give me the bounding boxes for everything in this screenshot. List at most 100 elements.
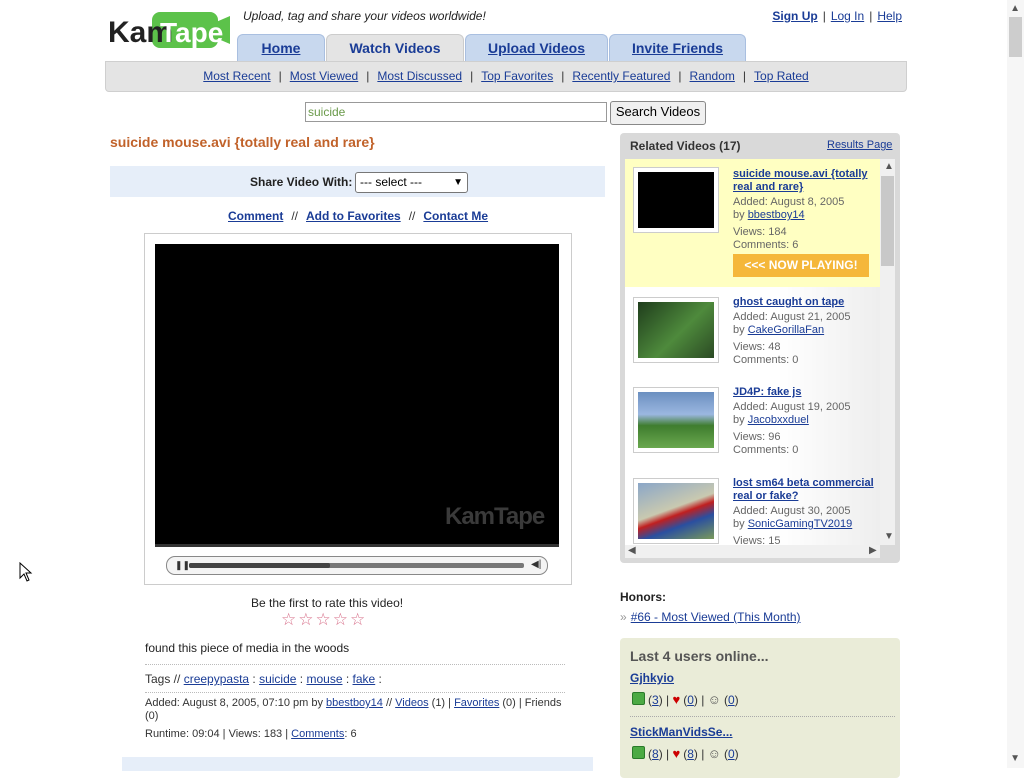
related-video-title[interactable]: JD4P: fake js	[733, 386, 880, 399]
related-video-views: Views: 15	[733, 535, 781, 545]
tag-link[interactable]: fake	[353, 672, 376, 686]
user-favorites-count[interactable]: 0	[687, 693, 694, 707]
related-video-added: Added: August 21, 2005	[733, 311, 851, 323]
tag-link[interactable]: creepypasta	[184, 672, 249, 686]
video-runtime: Runtime: 09:04 | Views: 183 | Comments: …	[145, 728, 357, 740]
thumbnail-image	[638, 392, 714, 448]
related-video-item[interactable]: JD4P: fake js Added: August 19, 2005 by …	[625, 377, 880, 469]
by-label: by	[733, 209, 745, 221]
related-video-user[interactable]: Jacobxxduel	[748, 414, 809, 426]
help-link[interactable]: Help	[877, 9, 902, 23]
related-video-user[interactable]: SonicGamingTV2019	[748, 518, 853, 530]
tag-link[interactable]: suicide	[259, 672, 296, 686]
scroll-right-icon[interactable]: ▶	[869, 545, 877, 556]
results-page-link[interactable]: Results Page	[827, 139, 892, 151]
player-watermark: KamTape	[445, 503, 545, 530]
user-friends-count[interactable]: 0	[728, 747, 735, 761]
uploader-link[interactable]: bbestboy14	[326, 697, 383, 709]
pause-icon[interactable]: ❚❚	[175, 560, 190, 571]
seek-bar-progress	[189, 563, 330, 568]
subnav-recently-featured[interactable]: Recently Featured	[572, 69, 670, 83]
subnav-most-recent[interactable]: Most Recent	[203, 69, 270, 83]
subnav-bar: Most Recent | Most Viewed | Most Discussed | T…	[105, 61, 907, 92]
account-links: Sign Up | Log In | Help	[772, 9, 902, 23]
page-scrollbar-thumb[interactable]	[1009, 17, 1022, 57]
related-video-item[interactable]: ghost caught on tape Added: August 21, 2…	[625, 287, 880, 378]
video-thumbnail[interactable]	[633, 387, 719, 453]
subnav-random[interactable]: Random	[690, 69, 735, 83]
rate-prompt: Be the first to rate this video!	[251, 596, 404, 610]
comments-count: : 6	[344, 728, 357, 740]
related-video-comments: Comments: 0	[733, 354, 799, 366]
comments-bar	[122, 757, 593, 771]
uploader-favorites-link[interactable]: Favorites	[454, 697, 499, 709]
tab-invite-friends[interactable]: Invite Friends	[609, 34, 746, 61]
online-user-stats: (8) | ♥ (8) | ☺ (0)	[632, 746, 739, 761]
related-video-title[interactable]: suicide mouse.avi {totally real and rare…	[733, 168, 880, 194]
honors-heading: Honors:	[620, 590, 666, 604]
subnav-top-favorites[interactable]: Top Favorites	[481, 69, 553, 83]
video-thumbnail[interactable]	[633, 297, 719, 363]
kamtape-logo[interactable]: Kam Tape	[108, 10, 232, 54]
volume-icon[interactable]: ◀|	[531, 559, 541, 570]
scroll-left-icon[interactable]: ◀	[628, 545, 636, 556]
divider	[630, 716, 895, 717]
uploader-videos-link[interactable]: Videos	[395, 697, 428, 709]
related-video-user[interactable]: CakeGorillaFan	[748, 324, 824, 336]
logo-text-tape: Tape	[160, 17, 223, 48]
related-video-views: Views: 184	[733, 226, 787, 238]
thumbnail-image	[638, 172, 714, 228]
online-user-name[interactable]: StickManVidsSe...	[630, 725, 733, 739]
related-scrollbar-thumb[interactable]	[881, 176, 894, 266]
related-video-item[interactable]: lost sm64 beta commercial real or fake? …	[625, 468, 880, 545]
video-title: suicide mouse.avi {totally real and rare…	[110, 134, 375, 150]
user-favorites-count[interactable]: 8	[687, 747, 694, 761]
thumbnail-image	[638, 483, 714, 539]
related-hscrollbar[interactable]	[625, 545, 880, 558]
runtime-views: Runtime: 09:04 | Views: 183 |	[145, 728, 289, 740]
tab-home[interactable]: Home	[237, 34, 325, 61]
tab-watch-videos[interactable]: Watch Videos	[326, 34, 464, 62]
share-select[interactable]: --- select --- ▼	[355, 172, 468, 193]
add-to-favorites-link[interactable]: Add to Favorites	[306, 209, 401, 223]
video-icon	[632, 692, 645, 705]
video-player-screen[interactable]	[155, 244, 559, 546]
comment-link[interactable]: Comment	[228, 209, 283, 223]
contact-me-link[interactable]: Contact Me	[423, 209, 488, 223]
tags-label: Tags //	[145, 672, 181, 686]
scroll-up-icon[interactable]: ▲	[1010, 3, 1020, 14]
related-video-title[interactable]: ghost caught on tape	[733, 296, 880, 309]
subnav-most-viewed[interactable]: Most Viewed	[290, 69, 358, 83]
search-input[interactable]: suicide	[305, 102, 607, 122]
related-video-added: Added: August 30, 2005	[733, 505, 851, 517]
search-button[interactable]: Search Videos	[610, 101, 706, 125]
related-video-views: Views: 48	[733, 341, 781, 353]
scroll-down-icon[interactable]: ▼	[884, 531, 894, 542]
page-scrollbar[interactable]	[1007, 0, 1024, 768]
signup-link[interactable]: Sign Up	[772, 9, 817, 23]
video-thumbnail[interactable]	[633, 478, 719, 544]
by-label: by	[733, 324, 745, 336]
thumbnail-image	[638, 302, 714, 358]
online-user-name[interactable]: Gjhkyio	[630, 671, 674, 685]
comments-link[interactable]: Comments	[291, 728, 344, 740]
user-videos-count[interactable]: 8	[652, 747, 659, 761]
video-description: found this piece of media in the woods	[145, 641, 350, 655]
tab-upload-videos[interactable]: Upload Videos	[465, 34, 608, 61]
related-video-user[interactable]: bbestboy14	[748, 209, 805, 221]
related-video-added: Added: August 19, 2005	[733, 401, 851, 413]
rating-stars[interactable]: ☆☆☆☆☆	[281, 610, 367, 630]
related-video-title[interactable]: lost sm64 beta commercial real or fake?	[733, 477, 880, 503]
tag-link[interactable]: mouse	[306, 672, 342, 686]
user-friends-count[interactable]: 0	[728, 693, 735, 707]
login-link[interactable]: Log In	[831, 9, 864, 23]
related-videos-list: suicide mouse.avi {totally real and rare…	[625, 159, 880, 545]
video-thumbnail[interactable]	[633, 167, 719, 233]
subnav-most-discussed[interactable]: Most Discussed	[377, 69, 462, 83]
scroll-down-icon[interactable]: ▼	[1010, 753, 1020, 764]
scroll-up-icon[interactable]: ▲	[884, 161, 894, 172]
smiley-icon: ☺	[707, 692, 721, 707]
subnav-top-rated[interactable]: Top Rated	[754, 69, 809, 83]
honors-link[interactable]: #66 - Most Viewed (This Month)	[631, 610, 801, 624]
user-videos-count[interactable]: 3	[652, 693, 659, 707]
